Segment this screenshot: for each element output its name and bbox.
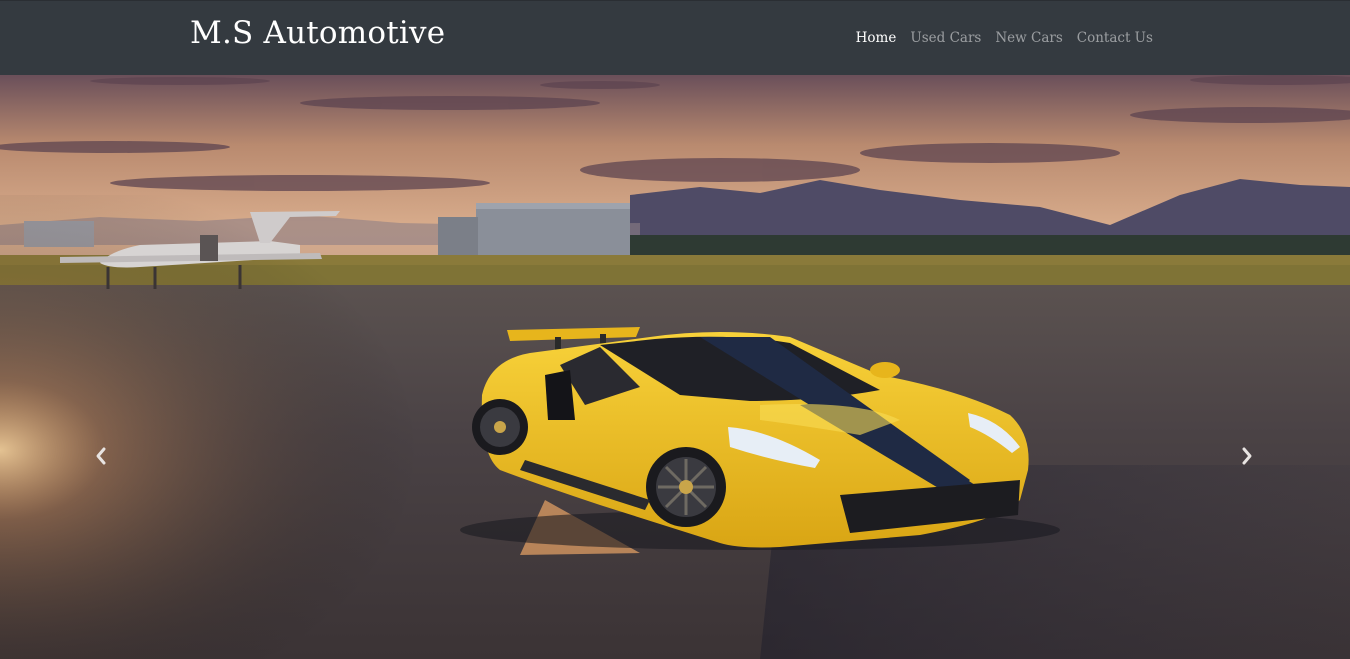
nav-link-used-cars[interactable]: Used Cars bbox=[910, 30, 981, 46]
carousel-next-button[interactable] bbox=[1232, 441, 1262, 471]
carousel-prev-button[interactable] bbox=[86, 441, 116, 471]
nav-links: Home Used Cars New Cars Contact Us bbox=[856, 30, 1153, 46]
hero-carousel bbox=[0, 75, 1350, 659]
nav-link-contact-us[interactable]: Contact Us bbox=[1077, 30, 1153, 46]
chevron-left-icon bbox=[96, 447, 106, 465]
chevron-right-icon bbox=[1242, 447, 1252, 465]
nav-link-new-cars[interactable]: New Cars bbox=[995, 30, 1062, 46]
hero-slide-image bbox=[0, 75, 1350, 659]
nav-link-home[interactable]: Home bbox=[856, 30, 897, 46]
brand-logo[interactable]: M.S Automotive bbox=[190, 15, 445, 51]
navbar: M.S Automotive Home Used Cars New Cars C… bbox=[0, 0, 1350, 75]
